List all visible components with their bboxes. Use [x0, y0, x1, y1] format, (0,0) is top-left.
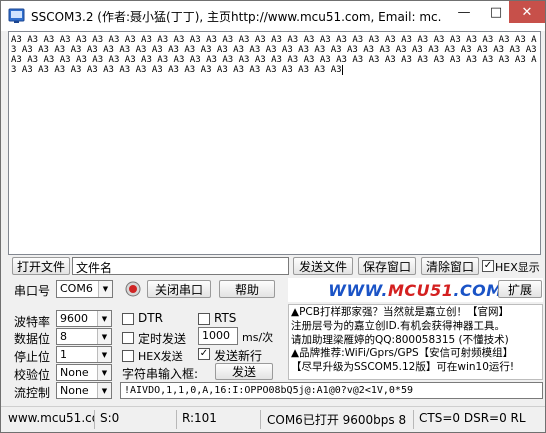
hex-send-label: HEX发送: [138, 350, 183, 363]
send-input[interactable]: !AIVDO,1,1,0,A,16:I:OPPO08bQ5j@:A1@0?v@2…: [120, 382, 543, 399]
chevron-down-icon: ▼: [98, 281, 112, 297]
baud-value: 9600: [60, 312, 88, 325]
status-site[interactable]: www.mcu51.cor: [5, 410, 95, 429]
send-file-button[interactable]: 发送文件: [293, 257, 353, 275]
receive-area[interactable]: A3 A3 A3 A3 A3 A3 A3 A3 A3 A3 A3 A3 A3 A…: [8, 31, 541, 255]
close-icon[interactable]: ✕: [509, 1, 545, 23]
flow-control-label: 流控制: [14, 386, 51, 400]
chevron-down-icon: ▼: [97, 347, 111, 362]
send-newline-checkbox[interactable]: ✓: [198, 348, 210, 360]
title-bar: SSCOM3.2 (作者:聂小猛(丁丁), 主页http://www.mcu51…: [1, 1, 545, 31]
parity-label: 校验位: [14, 368, 51, 382]
port-status-icon: [125, 281, 141, 297]
status-bar: www.mcu51.cor S:0 R:101 COM6已打开 9600bps …: [1, 406, 545, 432]
baud-select[interactable]: 9600 ▼: [56, 310, 112, 327]
maximize-icon[interactable]: □: [479, 1, 513, 23]
ad-line: 请加助理梁雁婷的QQ:800058315 (不懂技术): [291, 333, 509, 346]
port-select[interactable]: COM6 ▼: [56, 280, 113, 298]
open-file-button[interactable]: 打开文件: [12, 257, 70, 275]
close-port-button[interactable]: 关闭串口: [147, 280, 211, 298]
status-lines: CTS=0 DSR=0 RL: [419, 411, 526, 425]
status-received: R:101: [179, 410, 261, 429]
ad-line: 注册层号为的嘉立创ID.有机会获得神器工具。: [291, 319, 506, 332]
interval-unit-label: ms/次: [242, 331, 274, 344]
ad-line[interactable]: ▲品牌推荐:WiFi/Gprs/GPS【安信可射频模组】: [291, 347, 540, 361]
hex-send-checkbox[interactable]: [122, 350, 134, 362]
dtr-checkbox[interactable]: [122, 313, 134, 325]
parity-value: None: [60, 366, 89, 379]
extend-button[interactable]: 扩展: [498, 280, 542, 298]
file-name-input[interactable]: 文件名: [72, 257, 289, 275]
flow-control-select[interactable]: None ▼: [56, 382, 112, 399]
chevron-down-icon: ▼: [97, 329, 111, 344]
interval-input[interactable]: 1000: [198, 327, 238, 345]
logo-www: WWW.: [328, 280, 388, 300]
window-title: SSCOM3.2 (作者:聂小猛(丁丁), 主页http://www.mcu51…: [31, 10, 441, 24]
ad-line[interactable]: 【尽早升级为SSCOM5.12版】可在win10运行!: [291, 361, 540, 375]
string-input-label: 字符串输入框:: [122, 367, 199, 381]
parity-select[interactable]: None ▼: [56, 364, 112, 381]
chevron-down-icon: ▼: [97, 311, 111, 326]
logo-mcu: MCU: [387, 280, 431, 300]
logo-51: 51: [430, 280, 454, 300]
status-sent: S:0: [97, 410, 177, 429]
stop-bits-value: 1: [60, 348, 67, 361]
help-button[interactable]: 帮助: [219, 280, 275, 298]
clear-window-button[interactable]: 清除窗口: [421, 257, 479, 275]
save-window-button[interactable]: 保存窗口: [358, 257, 416, 275]
rts-label: RTS: [214, 311, 237, 325]
rts-checkbox[interactable]: [198, 313, 210, 325]
hex-display-checkbox[interactable]: ✓: [482, 260, 494, 272]
text-caret: [341, 65, 343, 75]
baud-label: 波特率: [14, 315, 51, 329]
stop-bits-label: 停止位: [14, 350, 51, 364]
chevron-down-icon: ▼: [97, 365, 111, 380]
flow-control-value: None: [60, 384, 89, 397]
minimize-icon[interactable]: —: [447, 1, 481, 23]
receive-text: A3 A3 A3 A3 A3 A3 A3 A3 A3 A3 A3 A3 A3 A…: [11, 35, 537, 75]
logo-com: .COM: [453, 280, 503, 300]
status-port-state: COM6已打开 9600bps 8: [264, 410, 414, 429]
port-label: 串口号: [14, 284, 51, 298]
data-bits-value: 8: [60, 330, 67, 343]
chevron-down-icon: ▼: [97, 383, 111, 398]
send-button[interactable]: 发送: [215, 363, 273, 380]
port-value: COM6: [60, 282, 93, 295]
stop-bits-select[interactable]: 1 ▼: [56, 346, 112, 363]
dtr-label: DTR: [138, 311, 163, 325]
ad-line[interactable]: ▲PCB打样那家强？当然就是嘉立创！【官网】: [291, 306, 540, 320]
send-newline-label: 发送新行: [214, 349, 263, 363]
sscom-window: SSCOM3.2 (作者:聂小猛(丁丁), 主页http://www.mcu51…: [0, 0, 546, 433]
ad-panel[interactable]: ▲PCB打样那家强？当然就是嘉立创！【官网】 注册层号为的嘉立创ID.有机会获得…: [288, 304, 543, 380]
timed-send-label: 定时发送: [138, 332, 187, 346]
data-bits-select[interactable]: 8 ▼: [56, 328, 112, 345]
app-icon: [8, 8, 25, 23]
data-bits-label: 数据位: [14, 332, 51, 346]
timed-send-checkbox[interactable]: [122, 332, 134, 344]
hex-display-label: HEX显示: [495, 261, 540, 274]
